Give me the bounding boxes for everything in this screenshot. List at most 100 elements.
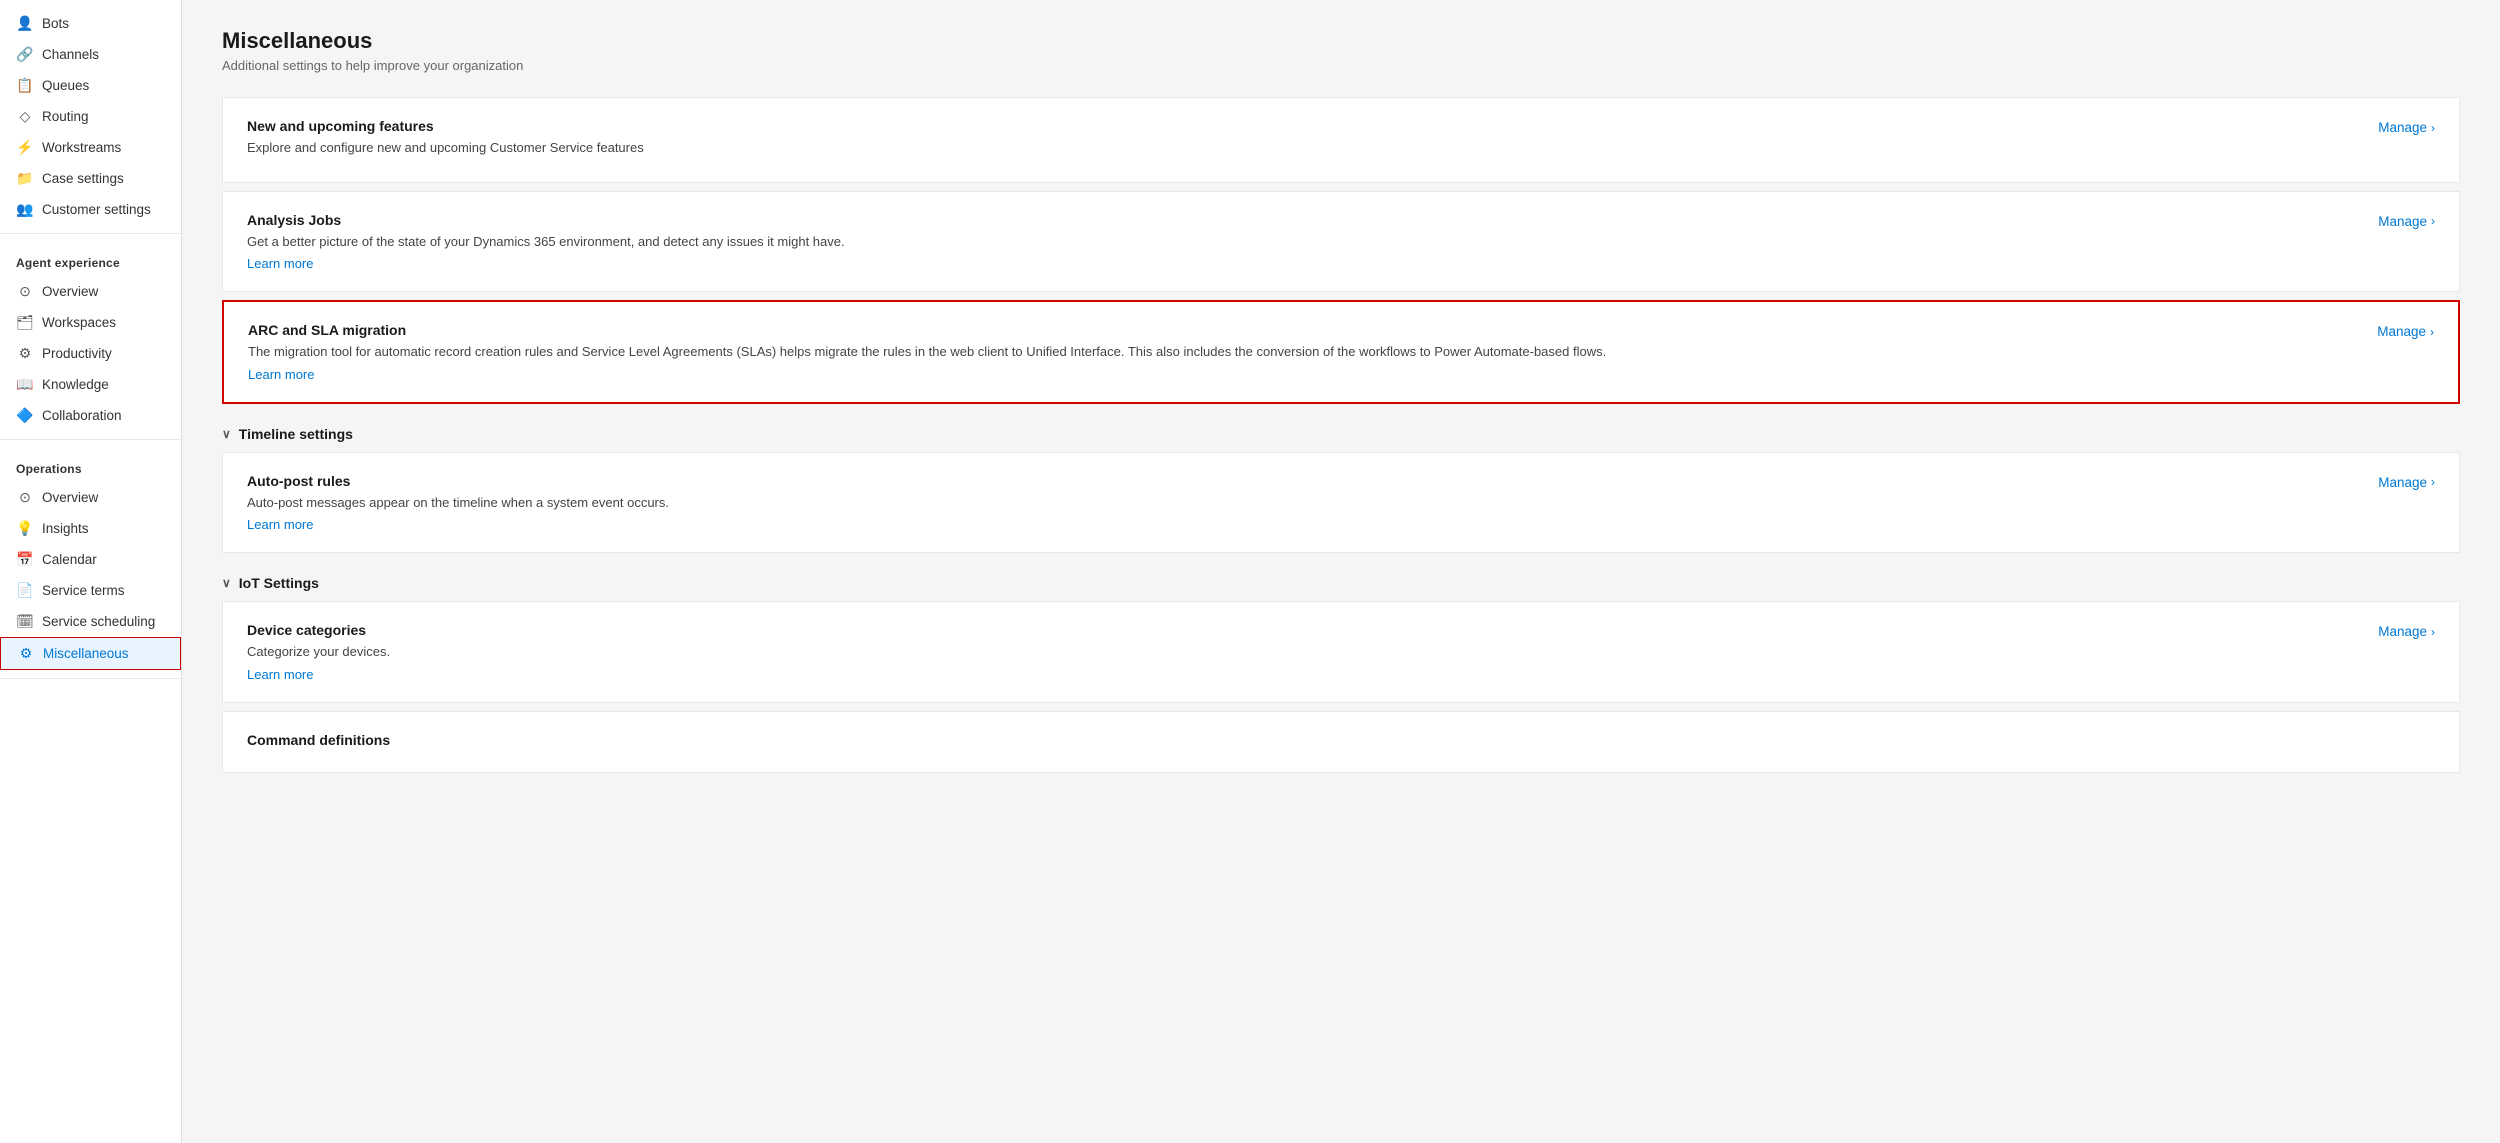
card-auto-post-rules: Auto-post rules Auto-post messages appea… (222, 452, 2460, 554)
card-link-analysis-jobs[interactable]: Learn more (247, 256, 313, 271)
sidebar-label-collaboration: Collaboration (42, 408, 122, 423)
sidebar-item-workspaces[interactable]: 🗂 Workspaces (0, 307, 181, 338)
card-command-definitions: Command definitions (222, 711, 2460, 773)
sidebar-item-bots[interactable]: 👤 Bots (0, 8, 181, 39)
sidebar-item-channels[interactable]: 🔗Channels (0, 39, 181, 70)
manage-btn-auto-post-rules[interactable]: Manage› (2378, 473, 2435, 490)
sidebar-item-workstreams[interactable]: ⚡ Workstreams (0, 132, 181, 163)
sidebar-label-miscellaneous: Miscellaneous (43, 646, 129, 661)
sidebar-icon-collaboration: 🔷 (16, 407, 34, 424)
sidebar-icon-workspaces: 🗂 (16, 314, 34, 331)
sidebar-icon-miscellaneous: ⚙ (17, 645, 35, 662)
card-new-features: New and upcoming features Explore and co… (222, 97, 2460, 183)
sidebar-icon-service-scheduling: 🗓 (16, 613, 34, 630)
manage-btn-arc-sla-migration[interactable]: Manage› (2377, 322, 2434, 339)
sidebar-section-header: Agent experience (0, 242, 181, 276)
section-timeline-settings: ∨ Timeline settings Auto-post rules Auto-… (222, 412, 2460, 554)
sidebar-label-calendar: Calendar (42, 552, 97, 567)
sidebar-icon-customer-settings: 👥 (16, 201, 34, 218)
card-desc-arc-sla-migration: The migration tool for automatic record … (248, 342, 2353, 362)
sidebar-icon-knowledge: 📖 (16, 376, 34, 393)
sidebar-item-collaboration[interactable]: 🔷 Collaboration (0, 400, 181, 431)
sidebar-item-ae-overview[interactable]: ⊙ Overview (0, 276, 181, 307)
card-arc-sla-migration: ARC and SLA migration The migration tool… (222, 300, 2460, 404)
sidebar-icon-channels: 🔗 (16, 46, 34, 63)
card-desc-auto-post-rules: Auto-post messages appear on the timelin… (247, 493, 2354, 513)
sidebar-label-ops-overview: Overview (42, 490, 98, 505)
card-desc-device-categories: Categorize your devices. (247, 642, 2354, 662)
section-title-timeline-settings: Timeline settings (239, 426, 353, 442)
sidebar-icon-ops-overview: ⊙ (16, 489, 34, 506)
collapse-icon-timeline-settings: ∨ (222, 427, 231, 441)
sidebar-item-customer-settings[interactable]: 👥Customer settings (0, 194, 181, 225)
sidebar-item-service-scheduling[interactable]: 🗓 Service scheduling (0, 606, 181, 637)
manage-btn-analysis-jobs[interactable]: Manage› (2378, 212, 2435, 229)
page-subtitle: Additional settings to help improve your… (222, 58, 2460, 73)
manage-chevron-arc-sla-migration: › (2430, 325, 2434, 339)
card-title-device-categories: Device categories (247, 622, 2354, 638)
sidebar-label-insights: Insights (42, 521, 89, 536)
card-link-arc-sla-migration[interactable]: Learn more (248, 367, 314, 382)
card-desc-new-features: Explore and configure new and upcoming C… (247, 138, 2354, 158)
sidebar-item-ops-overview[interactable]: ⊙ Overview (0, 482, 181, 513)
sidebar-icon-workstreams: ⚡ (16, 139, 34, 156)
manage-chevron-analysis-jobs: › (2431, 214, 2435, 228)
card-title-auto-post-rules: Auto-post rules (247, 473, 2354, 489)
sidebar-icon-bots: 👤 (16, 15, 34, 32)
sidebar-label-workstreams: Workstreams (42, 140, 121, 155)
sidebar-item-queues[interactable]: 📋 Queues (0, 70, 181, 101)
sidebar-label-workspaces: Workspaces (42, 315, 116, 330)
card-content-command-definitions: Command definitions (247, 732, 2435, 752)
sidebar-label-ae-overview: Overview (42, 284, 98, 299)
main-content: Miscellaneous Additional settings to hel… (182, 0, 2500, 1143)
manage-chevron-device-categories: › (2431, 625, 2435, 639)
card-content-device-categories: Device categories Categorize your device… (247, 622, 2354, 682)
sidebar-icon-insights: 💡 (16, 520, 34, 537)
sidebar-label-service-scheduling: Service scheduling (42, 614, 155, 629)
sidebar-item-routing[interactable]: ◇Routing (0, 101, 181, 132)
card-link-auto-post-rules[interactable]: Learn more (247, 517, 313, 532)
sidebar-label-routing: Routing (42, 109, 89, 124)
card-content-new-features: New and upcoming features Explore and co… (247, 118, 2354, 162)
sidebar-item-calendar[interactable]: 📅 Calendar (0, 544, 181, 575)
sidebar-label-case-settings: Case settings (42, 171, 124, 186)
page-title: Miscellaneous (222, 28, 2460, 54)
card-content-analysis-jobs: Analysis Jobs Get a better picture of th… (247, 212, 2354, 272)
card-title-analysis-jobs: Analysis Jobs (247, 212, 2354, 228)
sidebar-label-service-terms: Service terms (42, 583, 125, 598)
section-header-timeline-settings[interactable]: ∨ Timeline settings (222, 412, 2460, 452)
sidebar-icon-case-settings: 📁 (16, 170, 34, 187)
sidebar-icon-service-terms: 📄 (16, 582, 34, 599)
sidebar-icon-ae-overview: ⊙ (16, 283, 34, 300)
sidebar: 👤 Bots 🔗Channels 📋 Queues ◇Routing ⚡ Workstream… (0, 0, 182, 1143)
sidebar-item-insights[interactable]: 💡 Insights (0, 513, 181, 544)
sidebar-icon-calendar: 📅 (16, 551, 34, 568)
sidebar-icon-productivity: ⚙ (16, 345, 34, 362)
section-title-iot-settings: IoT Settings (239, 575, 319, 591)
sidebar-section-header: Operations (0, 448, 181, 482)
sidebar-label-queues: Queues (42, 78, 89, 93)
sidebar-icon-queues: 📋 (16, 77, 34, 94)
card-content-auto-post-rules: Auto-post rules Auto-post messages appea… (247, 473, 2354, 533)
sidebar-item-service-terms[interactable]: 📄 Service terms (0, 575, 181, 606)
card-content-arc-sla-migration: ARC and SLA migration The migration tool… (248, 322, 2353, 382)
section-header-iot-settings[interactable]: ∨ IoT Settings (222, 561, 2460, 601)
manage-chevron-new-features: › (2431, 121, 2435, 135)
card-analysis-jobs: Analysis Jobs Get a better picture of th… (222, 191, 2460, 293)
section-iot-settings: ∨ IoT Settings Device categories Categori… (222, 561, 2460, 773)
card-link-device-categories[interactable]: Learn more (247, 667, 313, 682)
manage-btn-new-features[interactable]: Manage› (2378, 118, 2435, 135)
collapse-icon-iot-settings: ∨ (222, 576, 231, 590)
manage-btn-device-categories[interactable]: Manage› (2378, 622, 2435, 639)
manage-chevron-auto-post-rules: › (2431, 475, 2435, 489)
card-device-categories: Device categories Categorize your device… (222, 601, 2460, 703)
card-desc-analysis-jobs: Get a better picture of the state of you… (247, 232, 2354, 252)
card-title-arc-sla-migration: ARC and SLA migration (248, 322, 2353, 338)
sidebar-label-knowledge: Knowledge (42, 377, 109, 392)
sidebar-label-bots: Bots (42, 16, 69, 31)
sidebar-item-productivity[interactable]: ⚙Productivity (0, 338, 181, 369)
sidebar-item-case-settings[interactable]: 📁 Case settings (0, 163, 181, 194)
sidebar-item-miscellaneous[interactable]: ⚙ Miscellaneous (0, 637, 181, 670)
sidebar-item-knowledge[interactable]: 📖 Knowledge (0, 369, 181, 400)
card-title-new-features: New and upcoming features (247, 118, 2354, 134)
